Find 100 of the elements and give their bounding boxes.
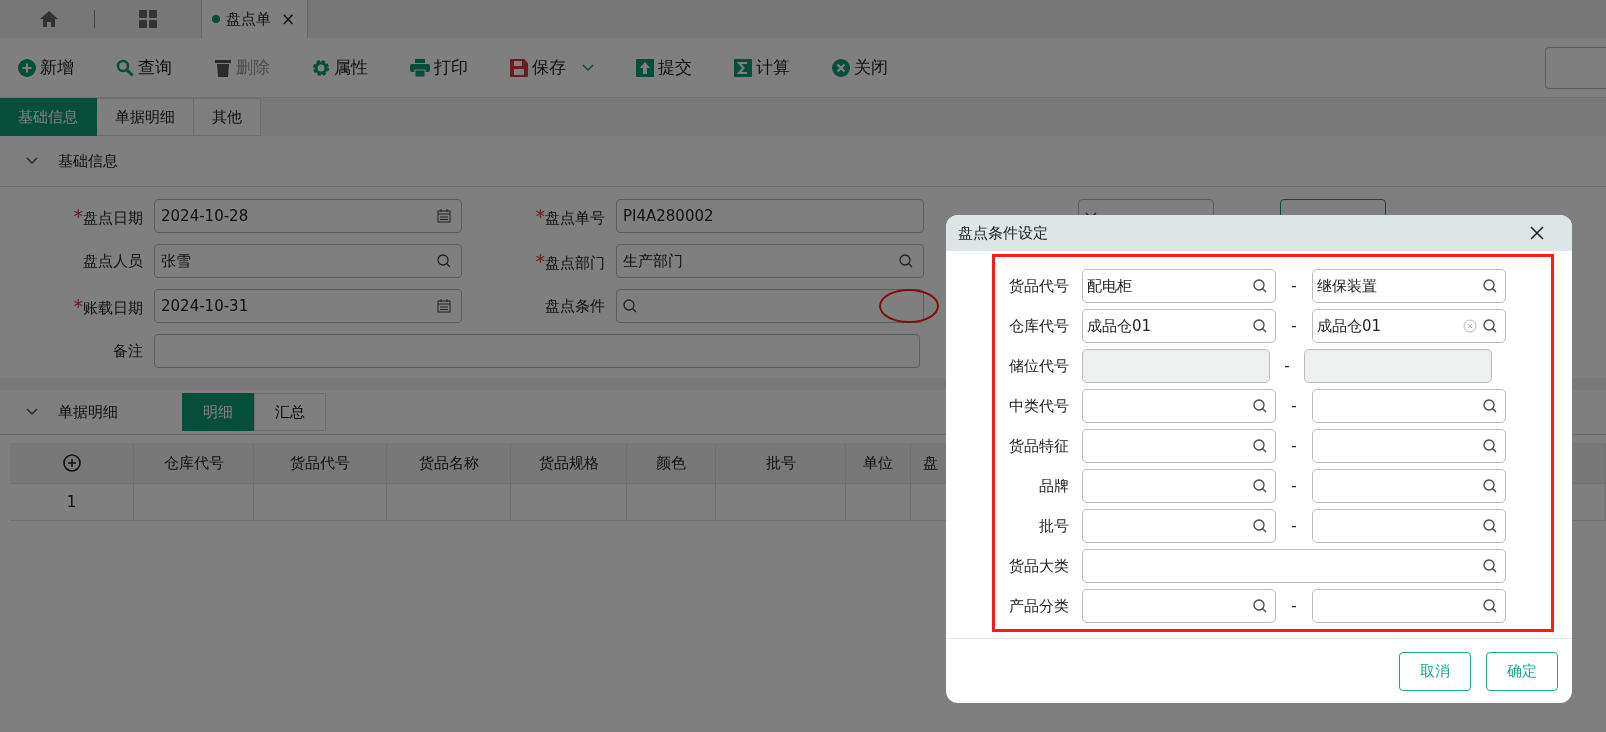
toolbar-button[interactable]: 关闭 xyxy=(832,56,888,79)
section-title: 单据明细 xyxy=(58,402,119,422)
field-label: 盘点人员 xyxy=(83,251,143,270)
printer-icon xyxy=(410,58,430,77)
search-icon xyxy=(116,58,134,77)
status-dot xyxy=(212,15,220,23)
grid-icon[interactable] xyxy=(138,9,158,29)
search-icon[interactable] xyxy=(1253,439,1267,453)
upload-icon xyxy=(636,58,654,77)
search-icon[interactable] xyxy=(1483,279,1497,293)
table-header-cell: 仓库代号 xyxy=(134,443,254,483)
required-mark: * xyxy=(535,204,545,227)
view-tab[interactable]: 汇总 xyxy=(254,393,326,431)
dialog-button[interactable]: 确定 xyxy=(1486,651,1558,691)
table-header-cell: 货品规格 xyxy=(511,443,627,483)
search-icon[interactable] xyxy=(1253,519,1267,533)
calendar-icon[interactable] xyxy=(437,299,451,313)
sigma-icon xyxy=(734,58,752,77)
toolbar-button[interactable]: 计算 xyxy=(734,56,790,79)
close-icon xyxy=(832,58,850,77)
search-icon[interactable] xyxy=(437,254,451,268)
range-dash: - xyxy=(1290,277,1298,295)
search-icon[interactable] xyxy=(1483,559,1497,573)
tab-label: 盘点单 xyxy=(226,9,271,29)
input-field[interactable] xyxy=(1082,429,1276,463)
dialog-button[interactable]: 取消 xyxy=(1399,651,1471,691)
table-header-cell: 颜色 xyxy=(627,443,716,483)
field-label: 盘点日期 xyxy=(83,208,143,227)
field-label: 仓库代号 xyxy=(1008,316,1070,336)
input-field[interactable]: 2024-10-28 xyxy=(154,199,462,233)
field-label: 盘点部门 xyxy=(545,253,605,272)
input-field[interactable] xyxy=(1082,469,1276,503)
input-field[interactable] xyxy=(1312,469,1506,503)
input-field[interactable] xyxy=(1082,509,1276,543)
add-row-icon[interactable] xyxy=(62,454,81,472)
input-field[interactable] xyxy=(1312,389,1506,423)
input-field[interactable]: 张雪 xyxy=(154,244,462,278)
range-dash: - xyxy=(1283,357,1291,375)
field-label: 账载日期 xyxy=(83,298,143,317)
search-icon[interactable] xyxy=(623,299,637,313)
range-dash: - xyxy=(1290,597,1298,615)
search-icon[interactable] xyxy=(1483,479,1497,493)
calendar-icon[interactable] xyxy=(437,209,451,223)
search-icon[interactable] xyxy=(1253,399,1267,413)
input-field[interactable]: 生产部门 xyxy=(616,244,924,278)
row-number: 1 xyxy=(10,484,134,520)
input-field[interactable] xyxy=(1312,589,1506,623)
input-field[interactable] xyxy=(1082,549,1506,583)
table-header-cell: 货品代号 xyxy=(254,443,387,483)
form-tab[interactable]: 单据明细 xyxy=(97,98,194,136)
chevron-icon[interactable] xyxy=(26,157,38,165)
field-label: 货品代号 xyxy=(1008,276,1070,296)
range-dash: - xyxy=(1290,317,1298,335)
home-icon[interactable] xyxy=(39,10,59,28)
required-mark: * xyxy=(535,249,545,272)
input-field[interactable] xyxy=(1082,389,1276,423)
input-field[interactable] xyxy=(1082,589,1276,623)
input-field[interactable] xyxy=(1312,509,1506,543)
chevron-icon[interactable] xyxy=(26,408,38,416)
toolbar-button[interactable]: 新增 xyxy=(18,56,74,79)
toolbar-button[interactable]: 属性 xyxy=(312,56,368,79)
search-icon[interactable] xyxy=(899,254,913,268)
toolbar-button[interactable]: 查询 xyxy=(116,56,172,79)
search-icon[interactable] xyxy=(1483,599,1497,613)
search-icon[interactable] xyxy=(1483,519,1497,533)
section-title: 基础信息 xyxy=(58,151,118,171)
input-field[interactable] xyxy=(1312,429,1506,463)
field-label: 中类代号 xyxy=(1008,396,1070,416)
input-field[interactable]: 成品仓01 xyxy=(1312,309,1506,343)
trash-icon xyxy=(214,58,232,77)
input-field[interactable]: 成品仓01 xyxy=(1082,309,1276,343)
document-tab[interactable]: 盘点单 × xyxy=(201,0,309,38)
input-field[interactable] xyxy=(154,334,920,368)
input-field[interactable]: 继保装置 xyxy=(1312,269,1506,303)
view-tab[interactable]: 明细 xyxy=(182,393,254,431)
gear-icon xyxy=(312,58,330,77)
field-label: 批号 xyxy=(1038,516,1070,536)
field-label: 储位代号 xyxy=(1008,356,1070,376)
input-field[interactable]: PI4A280002 xyxy=(616,199,924,233)
search-icon[interactable] xyxy=(1483,399,1497,413)
search-icon[interactable] xyxy=(1253,599,1267,613)
close-icon[interactable]: × xyxy=(281,9,296,29)
search-icon[interactable] xyxy=(1483,439,1497,453)
search-icon[interactable] xyxy=(1253,479,1267,493)
toolbar-button[interactable]: 提交 xyxy=(636,56,692,79)
input-field[interactable]: 2024-10-31 xyxy=(154,289,462,323)
form-tab[interactable]: 基础信息 xyxy=(0,98,97,136)
toolbar-button[interactable]: 保存 xyxy=(510,56,594,79)
table-header-cell: 货品名称 xyxy=(387,443,511,483)
input-field[interactable] xyxy=(616,289,924,323)
search-icon[interactable] xyxy=(1483,319,1497,333)
input-field[interactable]: 配电柜 xyxy=(1082,269,1276,303)
toolbar-button[interactable]: 打印 xyxy=(410,56,468,79)
field-label: 盘点单号 xyxy=(545,208,605,227)
field-label: 产品分类 xyxy=(1008,596,1070,616)
toolbar-field[interactable] xyxy=(1545,46,1606,89)
close-icon[interactable] xyxy=(1530,226,1544,240)
search-icon[interactable] xyxy=(1253,279,1267,293)
form-tab[interactable]: 其他 xyxy=(194,98,261,136)
search-icon[interactable] xyxy=(1253,319,1267,333)
